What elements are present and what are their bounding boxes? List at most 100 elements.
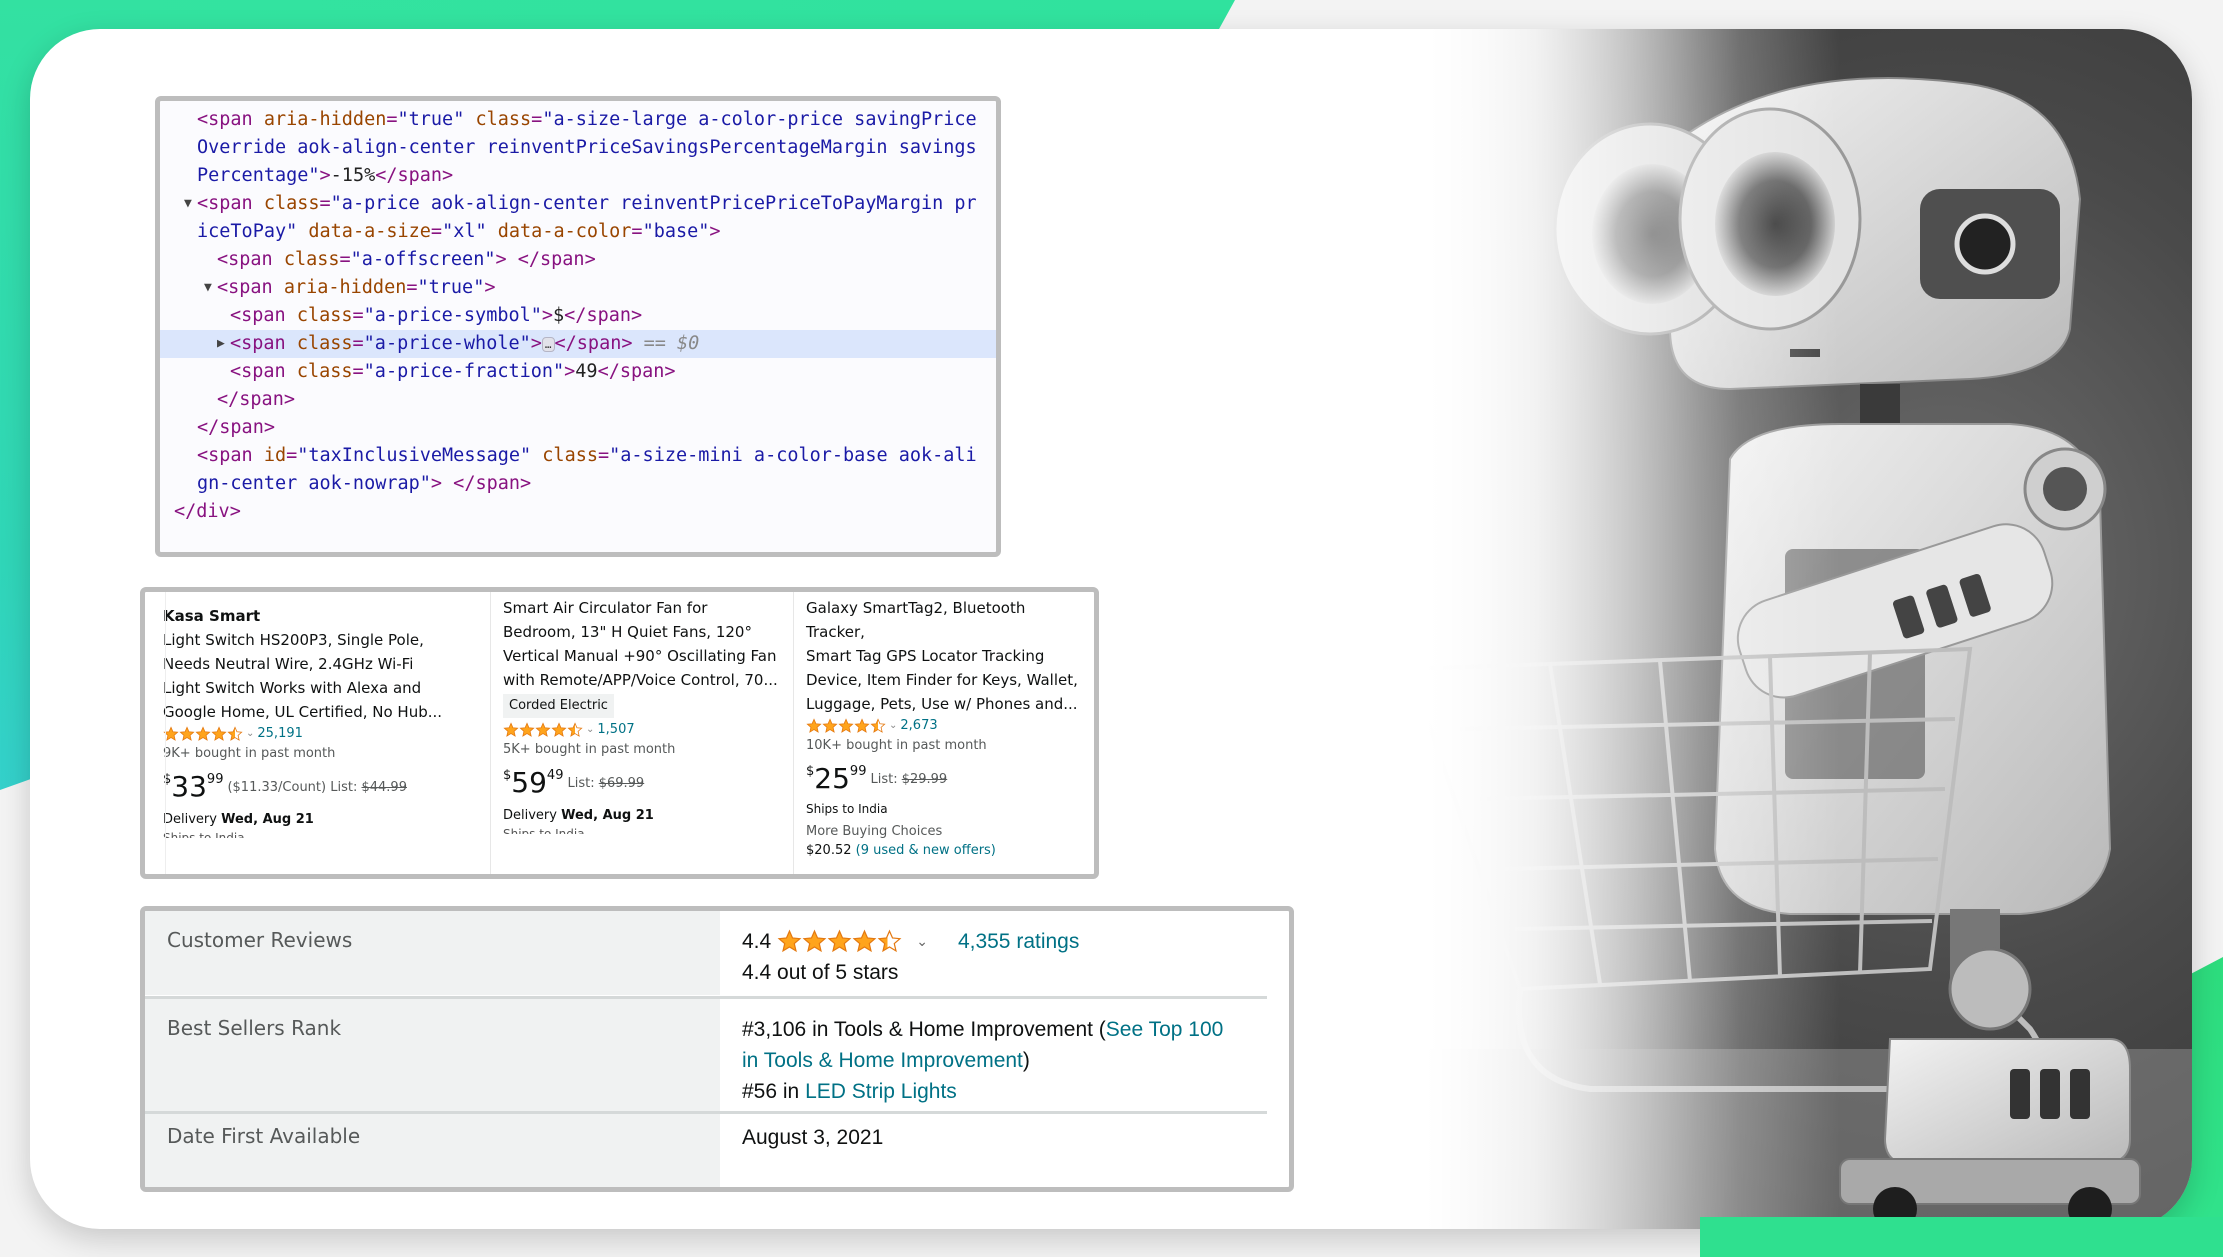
code-token: data-a-size — [308, 221, 431, 243]
code-token: Override aok-align-center reinventPriceS… — [197, 137, 977, 159]
expand-triangle-icon[interactable]: ▼ — [184, 190, 192, 218]
see-top-100-link[interactable]: See Top 100 — [1106, 1018, 1224, 1041]
title-line: Google Home, UL Certified, No Hub... — [163, 703, 443, 721]
code-token: > — [319, 165, 331, 187]
code-token: "taxInclusiveMessage" — [297, 445, 532, 467]
code-line[interactable]: ▶ <span class="a-price-whole">… </span> ==… — [160, 330, 996, 359]
title-line: Smart Air Circulator Fan for — [503, 599, 708, 617]
code-token: = — [352, 333, 364, 355]
product-rating[interactable]: ⌄ 25,191 — [163, 724, 481, 744]
code-line[interactable]: gn-center aok-nowrap"> </span> — [160, 470, 996, 498]
rank-line-2: in Tools & Home Improvement) — [742, 1045, 1289, 1076]
collapse-triangle-icon[interactable]: ▶ — [217, 330, 225, 358]
rating-count-link[interactable]: 2,673 — [900, 716, 937, 736]
product-card[interactable]: Smart Air Circulator Fan for Bedroom, 13… — [491, 592, 794, 874]
delivery-date: Wed, Aug 21 — [561, 808, 654, 823]
code-line[interactable]: <span class="a-price-symbol">$</span> — [160, 302, 996, 330]
star-full-icon — [854, 718, 870, 733]
details-row-best-sellers-rank: Best Sellers Rank #3,106 in Tools & Home… — [145, 999, 1289, 1111]
price-currency: $ — [806, 764, 815, 779]
chevron-down-icon[interactable]: ⌄ — [586, 720, 594, 740]
product-card[interactable]: Kasa Smart Light Switch HS200P3, Single … — [145, 592, 491, 874]
chevron-down-icon[interactable]: ⌄ — [916, 926, 928, 957]
led-strip-lights-link[interactable]: LED Strip Lights — [805, 1080, 957, 1103]
see-top-100-link-cont[interactable]: in Tools & Home Improvement — [742, 1049, 1023, 1072]
code-token: aria-hidden — [283, 277, 407, 299]
code-token: "a-price-whole" — [363, 333, 531, 355]
code-token: </span> — [217, 389, 295, 411]
code-token: class — [475, 109, 532, 130]
code-token: = — [430, 221, 443, 243]
detail-label: Customer Reviews — [145, 911, 720, 995]
chevron-down-icon[interactable]: ⌄ — [246, 724, 254, 744]
code-token: data-a-color — [497, 221, 632, 243]
rating-count-link[interactable]: 1,507 — [597, 720, 634, 740]
ratings-link[interactable]: 4,355 ratings — [958, 926, 1079, 957]
star-rating[interactable] — [777, 929, 902, 954]
code-line[interactable]: </span> — [160, 414, 996, 442]
code-token: <span — [197, 193, 264, 215]
offer-row: $20.52 (9 used & new offers) — [806, 842, 1086, 860]
product-title[interactable]: Galaxy SmartTag2, Bluetooth Tracker, Sma… — [806, 596, 1086, 716]
code-line[interactable]: Percentage">-15%</span> — [160, 162, 996, 190]
code-line[interactable]: <span class="a-offscreen"> </span> — [160, 246, 996, 274]
code-token: class — [263, 193, 320, 215]
code-token: $0 — [677, 333, 700, 355]
code-line[interactable]: Override aok-align-center reinventPriceS… — [160, 134, 996, 162]
code-token: class — [296, 333, 353, 355]
price-fraction: 49 — [546, 768, 564, 783]
code-token: <span — [230, 333, 297, 355]
code-token: </span> — [597, 361, 676, 383]
code-line[interactable]: <span class="a-price-fraction">49</span> — [160, 358, 996, 386]
offers-link[interactable]: (9 used & new offers) — [856, 843, 996, 858]
rank-text: #3,106 in Tools & Home Improvement ( — [742, 1018, 1106, 1041]
code-line[interactable]: iceToPay" data-a-size="xl" data-a-color=… — [160, 218, 996, 246]
code-token: > — [709, 221, 721, 243]
code-line[interactable]: ▼ <span aria-hidden="true"> — [160, 274, 996, 302]
list-price-value: $29.99 — [901, 772, 948, 787]
detail-value: August 3, 2021 — [742, 1126, 884, 1149]
ellipsis-expand-icon[interactable]: … — [541, 336, 555, 352]
ships-to: Ships to India — [806, 802, 888, 816]
product-details-table: Customer Reviews 4.4 ⌄ 4,355 ratings 4.4… — [140, 906, 1294, 1192]
code-token: > — [541, 305, 554, 327]
code-line[interactable]: <span aria-hidden="true" class="a-size-l… — [160, 106, 996, 134]
code-token: == — [632, 333, 678, 355]
product-rating[interactable]: ⌄ 2,673 — [806, 716, 1086, 736]
code-token: iceToPay" — [197, 221, 298, 243]
code-token: = — [631, 221, 643, 243]
code-token: = — [352, 361, 364, 383]
background-accent-bottom — [1700, 1217, 2223, 1257]
code-token: "a-price aok-align-center reinventPriceP… — [330, 193, 977, 215]
code-token: Percentage" — [197, 165, 320, 187]
review-summary: 4.4 ⌄ 4,355 ratings — [742, 926, 1289, 957]
rating-count-link[interactable]: 25,191 — [257, 724, 303, 744]
product-rating[interactable]: ⌄ 1,507 — [503, 720, 786, 740]
star-full-icon — [827, 929, 852, 953]
code-token: id — [263, 445, 287, 467]
star-full-icon — [211, 726, 227, 741]
expand-triangle-icon[interactable]: ▼ — [204, 274, 212, 302]
robot-shopping-cart-illustration — [1370, 29, 2192, 1229]
product-price: $ 25 99 List: $29.99 — [806, 764, 1086, 794]
price-whole: 33 — [171, 770, 207, 803]
title-line: Smart Tag GPS Locator Tracking — [806, 647, 1045, 665]
product-title[interactable]: Smart Air Circulator Fan for Bedroom, 13… — [503, 596, 786, 692]
code-line[interactable]: </span> — [160, 386, 996, 414]
code-token: <span — [217, 249, 284, 271]
star-half-icon — [567, 722, 583, 737]
card-left-border — [165, 592, 166, 874]
list-price-value: $44.99 — [361, 780, 407, 795]
code-line[interactable]: </div> — [160, 498, 996, 526]
chevron-down-icon[interactable]: ⌄ — [889, 716, 897, 736]
code-line[interactable]: <span id="taxInclusiveMessage" class="a-… — [160, 442, 996, 470]
code-token: > — [530, 333, 542, 355]
product-card[interactable]: Galaxy SmartTag2, Bluetooth Tracker, Sma… — [794, 592, 1094, 874]
product-title[interactable]: Light Switch HS200P3, Single Pole, Needs… — [163, 628, 481, 724]
code-token: "xl" — [442, 221, 487, 243]
ships-to-cut: Ships to India — [503, 827, 585, 834]
price-whole: 59 — [511, 766, 547, 799]
code-token: "true" — [397, 109, 465, 130]
price-currency: $ — [503, 768, 512, 783]
code-line[interactable]: ▼ <span class="a-price aok-align-center r… — [160, 190, 996, 218]
